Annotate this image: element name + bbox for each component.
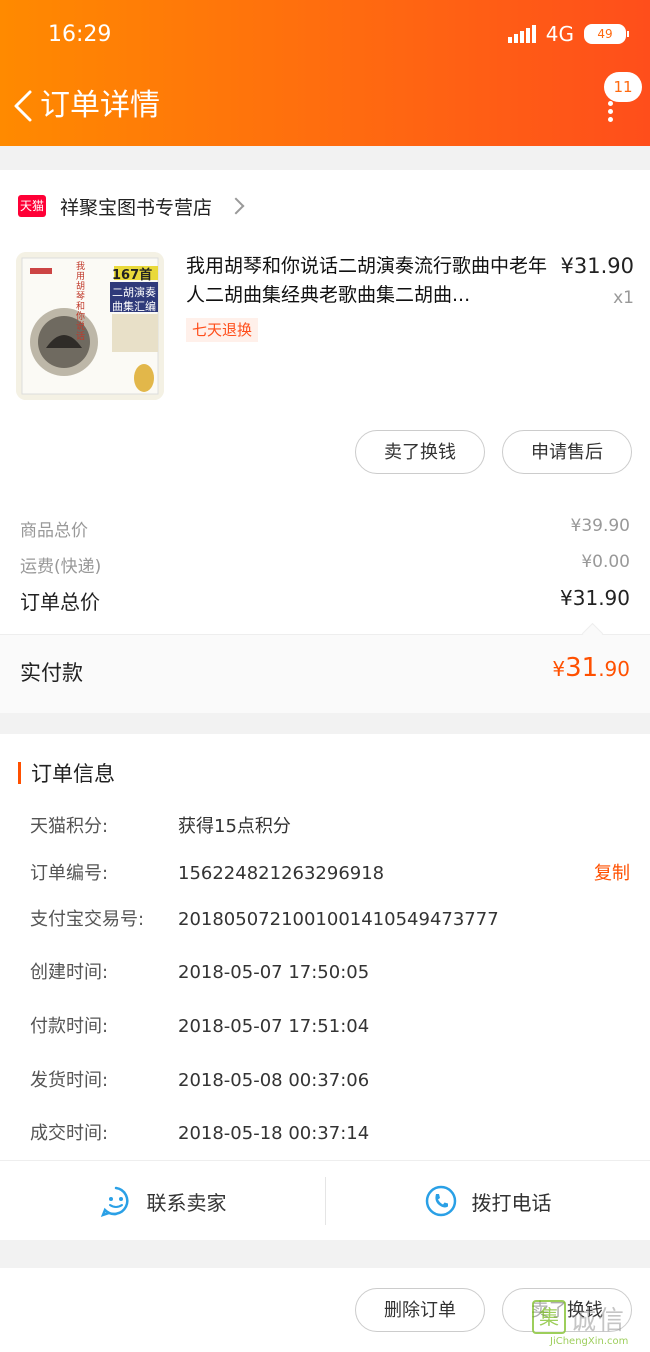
header: 16:29 4G 49 订单详情 11 (0, 0, 650, 146)
info-value: 2018-05-07 17:50:05 (178, 962, 370, 983)
contact-seller-button[interactable]: 联系卖家 (0, 1161, 325, 1241)
contact-bar: 联系卖家 拨打电话 (0, 1160, 650, 1241)
goods-total-value: ¥39.90 (570, 516, 630, 536)
info-row-shipped: 发货时间: 2018-05-08 00:37:06 (30, 1066, 630, 1096)
order-total-row: 订单总价 ¥31.90 (20, 586, 630, 615)
status-time: 16:29 (48, 22, 112, 47)
signal-icon (507, 25, 536, 43)
contact-seller-label: 联系卖家 (146, 1190, 227, 1215)
paid-value: ¥31.90 (552, 653, 630, 683)
section-accent-bar (18, 762, 21, 784)
call-phone-button[interactable]: 拨打电话 (325, 1161, 650, 1241)
info-row-created: 创建时间: 2018-05-07 17:50:05 (30, 958, 630, 988)
sell-for-cash-button[interactable]: 卖了换钱 (355, 430, 485, 474)
goods-total-label: 商品总价 (20, 521, 88, 541)
watermark-text: 诚信 (570, 1306, 627, 1336)
status-bar-right: 4G 49 (507, 22, 629, 46)
product-card: 天猫 祥聚宝图书专营店 167首 二胡演奏 曲集汇编 我用胡琴和你说话 我用胡琴… (0, 170, 650, 634)
info-row-order-number: 订单编号: 156224821263296918 复制 (30, 859, 630, 889)
paid-amount-row: 实付款 ¥31.90 (0, 622, 650, 713)
shop-row[interactable]: 天猫 祥聚宝图书专营店 (18, 188, 245, 224)
tmall-logo: 天猫 (18, 195, 46, 217)
product-image[interactable]: 167首 二胡演奏 曲集汇编 我用胡琴和你说话 (16, 252, 164, 400)
info-row-points: 天猫积分: 获得15点积分 (30, 812, 630, 842)
info-label: 发货时间: (30, 1070, 109, 1091)
info-row-completed: 成交时间: 2018-05-18 00:37:14 (30, 1119, 630, 1149)
info-value: 2018050721001001410549473777 (178, 909, 499, 930)
cover-count: 167首 (112, 268, 153, 283)
more-icon[interactable] (606, 98, 614, 124)
paid-currency: ¥ (552, 657, 566, 681)
watermark-url: JiChengXin.com (550, 1336, 629, 1347)
info-label: 创建时间: (30, 962, 109, 983)
shipping-value: ¥0.00 (581, 552, 630, 572)
cover-side-title: 我用胡琴和你说话 (76, 262, 86, 342)
info-label: 成交时间: (30, 1123, 109, 1144)
shop-name[interactable]: 祥聚宝图书专营店 (60, 193, 212, 220)
shipping-label: 运费(快递) (20, 557, 102, 577)
page-title: 订单详情 (40, 88, 160, 123)
info-row-alipay-trade: 支付宝交易号: 2018050721001001410549473777 (30, 905, 630, 935)
unit-price: ¥31.90 (560, 254, 634, 278)
phone-icon (425, 1185, 456, 1217)
chat-face-icon (100, 1186, 128, 1218)
watermark-glyph: 集 (532, 1300, 566, 1334)
info-value: 156224821263296918 (178, 863, 385, 884)
delete-order-button[interactable]: 删除订单 (355, 1288, 485, 1332)
copy-button[interactable]: 复制 (594, 859, 630, 889)
product-title[interactable]: 我用胡琴和你说话二胡演奏流行歌曲中老年人二胡曲集经典老歌曲集二胡曲... (186, 252, 551, 310)
watermark-logo: 集 诚信 JiChengXin.com (530, 1296, 650, 1352)
paid-label: 实付款 (20, 661, 83, 685)
apply-after-sale-button[interactable]: 申请售后 (502, 430, 632, 474)
paid-integer: 31 (565, 653, 599, 683)
goods-total-row: 商品总价 ¥39.90 (20, 516, 630, 541)
info-label: 支付宝交易号: (30, 909, 145, 930)
info-value: 2018-05-07 17:51:04 (178, 1016, 370, 1037)
info-value: 获得15点积分 (178, 816, 291, 837)
info-value: 2018-05-08 00:37:06 (178, 1070, 370, 1091)
info-label: 天猫积分: (30, 816, 109, 837)
quantity: x1 (613, 288, 634, 308)
shipping-row: 运费(快递) ¥0.00 (20, 552, 630, 577)
return-policy-tag: 七天退换 (186, 318, 259, 342)
order-total-value: ¥31.90 (560, 586, 630, 610)
call-phone-label: 拨打电话 (471, 1190, 552, 1215)
battery-icon: 49 (584, 24, 629, 44)
cover-line2: 曲集汇编 (112, 300, 156, 313)
order-total-label: 订单总价 (20, 590, 100, 614)
network-type: 4G (545, 22, 574, 46)
info-label: 付款时间: (30, 1016, 109, 1037)
order-info-title: 订单信息 (31, 762, 115, 786)
chevron-right-icon (227, 197, 245, 215)
order-info-card: 订单信息 天猫积分: 获得15点积分 订单编号: 156224821263296… (0, 734, 650, 1240)
info-row-paid: 付款时间: 2018-05-07 17:51:04 (30, 1012, 630, 1042)
info-value: 2018-05-18 00:37:14 (178, 1123, 370, 1144)
info-label: 订单编号: (30, 863, 109, 884)
order-info-header: 订单信息 (18, 758, 115, 788)
paid-decimal: .90 (598, 657, 630, 681)
